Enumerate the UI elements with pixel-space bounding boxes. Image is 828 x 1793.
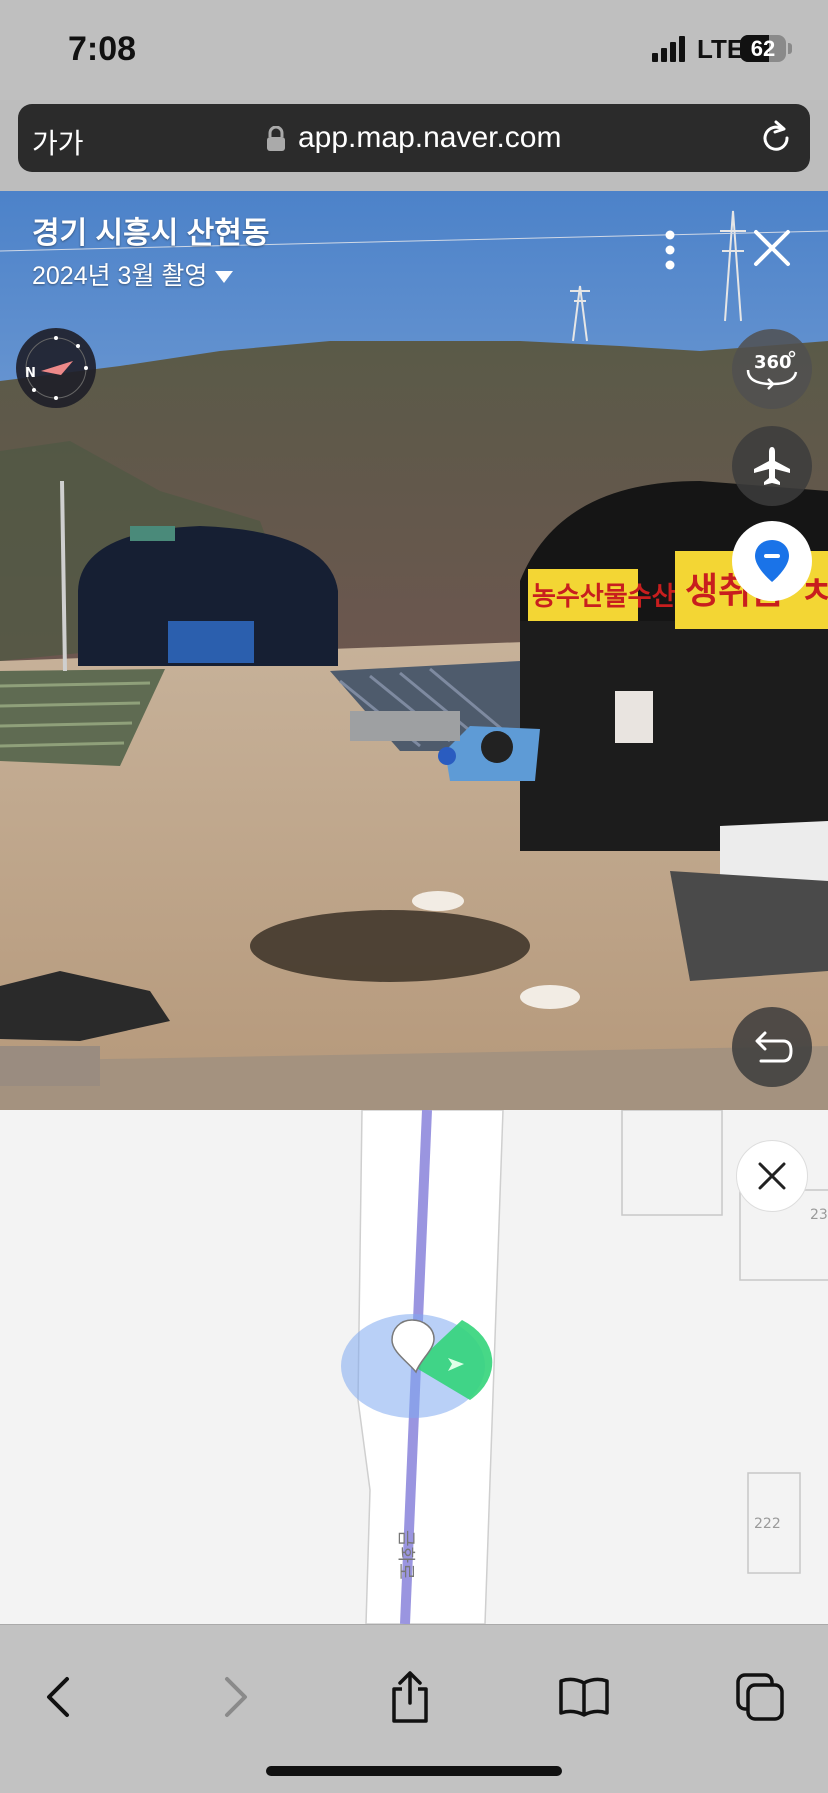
book-icon — [559, 1677, 609, 1717]
lock-icon — [267, 126, 285, 151]
building-number: 23 — [810, 1207, 828, 1223]
battery-icon: 62 — [740, 35, 786, 62]
shop-sign-1-text: 농수산물수산 — [532, 582, 676, 612]
panorama-360-button[interactable]: 360 — [732, 329, 812, 409]
undo-view-button[interactable] — [732, 1007, 812, 1087]
more-options-button[interactable] — [656, 228, 684, 272]
text-size-button[interactable]: 가가 — [32, 122, 84, 162]
battery-tip — [788, 43, 792, 54]
network-label: LTE — [697, 34, 745, 64]
chevron-right-icon — [225, 1677, 247, 1717]
mini-map[interactable]: 23 222 금화로 — [0, 1110, 828, 1624]
signal-icon — [652, 36, 685, 62]
caret-down-icon — [215, 271, 234, 284]
home-indicator — [266, 1766, 562, 1776]
svg-text:360: 360 — [754, 352, 792, 373]
location-pin-icon — [755, 540, 789, 582]
close-street-view-button[interactable] — [748, 224, 796, 272]
close-icon — [754, 230, 790, 266]
dog — [520, 985, 580, 1009]
share-button[interactable] — [378, 1665, 442, 1729]
capture-date-selector[interactable]: 2024년 3월 촬영 — [32, 256, 234, 292]
dog — [412, 891, 464, 911]
bookmarks-button[interactable] — [552, 1665, 616, 1729]
compass-button[interactable]: N — [16, 328, 96, 408]
aerial-view-button[interactable] — [732, 426, 812, 506]
360-icon: 360 — [746, 350, 798, 390]
shed — [520, 621, 828, 851]
street-view-photo[interactable]: 농수산물수산 생취즙 ㅊ — [0, 191, 828, 1110]
my-location-button[interactable] — [732, 521, 812, 601]
blue-container — [168, 621, 254, 663]
location-title: 경기 시흥시 산현동 — [32, 217, 270, 250]
more-vertical-icon — [665, 230, 675, 270]
svg-text:N: N — [25, 366, 36, 381]
tabs-icon — [736, 1673, 784, 1721]
close-map-button[interactable] — [736, 1140, 808, 1212]
road-name: 금화로 — [395, 1530, 416, 1580]
tabs-button[interactable] — [728, 1665, 792, 1729]
battery-level: 62 — [750, 36, 776, 61]
address-bar[interactable]: 가가 app.map.naver.com — [18, 104, 810, 172]
url-text[interactable]: app.map.naver.com — [298, 121, 561, 155]
building-number: 222 — [754, 1516, 781, 1532]
reload-icon[interactable] — [756, 118, 796, 158]
airplane-icon — [754, 447, 790, 485]
undo-icon — [755, 1031, 793, 1063]
back-button[interactable] — [26, 1665, 90, 1729]
chevron-left-icon — [47, 1677, 69, 1717]
compass-icon: N — [25, 336, 88, 400]
capture-date-label: 2024년 3월 촬영 — [32, 262, 208, 290]
share-icon — [392, 1671, 428, 1723]
forward-button[interactable] — [204, 1665, 268, 1729]
status-time: 7:08 — [68, 30, 137, 68]
close-icon — [758, 1162, 786, 1190]
